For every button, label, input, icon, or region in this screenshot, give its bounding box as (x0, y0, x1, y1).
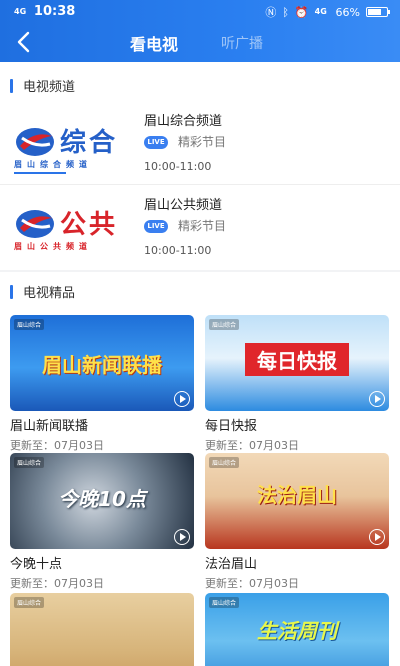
program-card-law[interactable]: 眉山综合 法治眉山 法治眉山 更新至：07月03日 (205, 453, 389, 591)
live-badge: LIVE (144, 220, 168, 233)
signal-icon: 4G (14, 6, 29, 16)
channel-logo: 公共 眉山公共频道 (12, 204, 136, 256)
program-card-daily[interactable]: 眉山综合 每日快报 每日快报 更新至：07月03日 (205, 315, 389, 453)
section-title-text: 电视频道 (23, 80, 76, 95)
program-updated: 更新至：07月03日 (10, 439, 104, 452)
thumbnail-title: 眉山新闻联播 (42, 353, 162, 377)
battery-icon (366, 7, 390, 17)
program-card-news[interactable]: 眉山综合 眉山新闻联播 眉山新闻联播 更新至：07月03日 (10, 315, 194, 453)
channel-logo: 综合 眉山综合频道 (12, 122, 136, 174)
program-thumbnail: 眉山综合 生活周刊 (205, 593, 389, 666)
tv-channels-card: 电视频道 综合 眉山综合频道 眉山综合频道 LIVE 精彩节目 10:00-11… (0, 62, 400, 270)
station-tag: 眉山综合 (14, 319, 45, 330)
logo-subtext: 眉山综合频道 (14, 160, 92, 169)
tv-channels-title: 电视频道 (10, 76, 75, 95)
live-badge: LIVE (144, 136, 168, 149)
logo-text: 公共 (60, 210, 119, 240)
battery-percent: 66% (335, 5, 360, 19)
program-updated: 更新至：07月03日 (205, 439, 299, 452)
status-bar: 4G 10:38 Ⓝ ᛒ ⏰ 4G 66% (0, 0, 400, 22)
channel-time: 10:00-11:00 (144, 160, 212, 173)
channel-name: 眉山综合频道 (144, 114, 223, 129)
channel-name: 眉山公共频道 (144, 198, 223, 213)
program-thumbnail: 眉山综合 今晚10点 (10, 453, 194, 549)
play-icon (174, 529, 190, 545)
section-marker (10, 78, 13, 93)
program-card-third-row-left[interactable]: 眉山综合 (10, 593, 194, 666)
section-marker (10, 284, 13, 299)
channel-item-zonghe[interactable]: 综合 眉山综合频道 眉山综合频道 LIVE 精彩节目 10:00-11:00 (0, 100, 400, 186)
channel-time: 10:00-11:00 (144, 244, 212, 257)
back-arrow-icon[interactable] (12, 29, 38, 55)
station-tag: 眉山综合 (14, 457, 45, 468)
program-card-tonight[interactable]: 眉山综合 今晚10点 今晚十点 更新至：07月03日 (10, 453, 194, 591)
program-card-third-row-right[interactable]: 眉山综合 生活周刊 (205, 593, 389, 666)
thumbnail-title: 法治眉山 (257, 483, 337, 507)
status-time: 10:38 (33, 4, 76, 19)
program-updated: 更新至：07月03日 (205, 577, 299, 590)
program-thumbnail: 眉山综合 (10, 593, 194, 666)
thumbnail-title: 生活周刊 (257, 619, 337, 643)
thumbnail-title: 每日快报 (245, 343, 349, 376)
app-header: 4G 10:38 Ⓝ ᛒ ⏰ 4G 66% 看电视 听广播 (0, 0, 400, 62)
program-thumbnail: 眉山综合 每日快报 (205, 315, 389, 411)
station-tag: 眉山综合 (209, 597, 240, 608)
channel-desc: 精彩节目 (178, 135, 227, 149)
program-name: 今晚十点 (10, 557, 63, 572)
tv-featured-card: 电视精品 眉山综合 眉山新闻联播 眉山新闻联播 更新至：07月03日 眉山综合 … (0, 272, 400, 666)
program-thumbnail: 眉山综合 眉山新闻联播 (10, 315, 194, 411)
program-name: 法治眉山 (205, 557, 258, 572)
play-icon (174, 391, 190, 407)
tv-featured-title: 电视精品 (10, 282, 75, 301)
nav-bar: 看电视 听广播 (0, 24, 400, 62)
tv-station-logo-icon (16, 128, 54, 156)
channel-item-gonggong[interactable]: 公共 眉山公共频道 眉山公共频道 LIVE 精彩节目 10:00-11:00 (0, 184, 400, 270)
station-tag: 眉山综合 (14, 597, 45, 608)
play-icon (369, 391, 385, 407)
program-name: 眉山新闻联播 (10, 419, 89, 434)
program-thumbnail: 眉山综合 法治眉山 (205, 453, 389, 549)
tv-station-logo-icon (16, 210, 54, 238)
signal-icon-right: 4G (314, 7, 330, 16)
station-tag: 眉山综合 (209, 319, 240, 330)
logo-underline (14, 172, 66, 174)
thumbnail-title: 今晚10点 (58, 487, 146, 511)
program-name: 每日快报 (205, 419, 258, 434)
tab-watch-tv[interactable]: 看电视 (130, 31, 178, 55)
nfc-icon: Ⓝ (265, 6, 277, 19)
play-icon (369, 529, 385, 545)
channel-desc: 精彩节目 (178, 219, 227, 233)
logo-subtext: 眉山公共频道 (14, 242, 92, 251)
bluetooth-icon: ᛒ (282, 5, 289, 19)
section-title-text: 电视精品 (23, 286, 76, 301)
logo-text: 综合 (60, 128, 119, 158)
tab-listen-radio[interactable]: 听广播 (221, 33, 263, 53)
station-tag: 眉山综合 (209, 457, 240, 468)
alarm-icon: ⏰ (294, 5, 309, 19)
program-updated: 更新至：07月03日 (10, 577, 104, 590)
